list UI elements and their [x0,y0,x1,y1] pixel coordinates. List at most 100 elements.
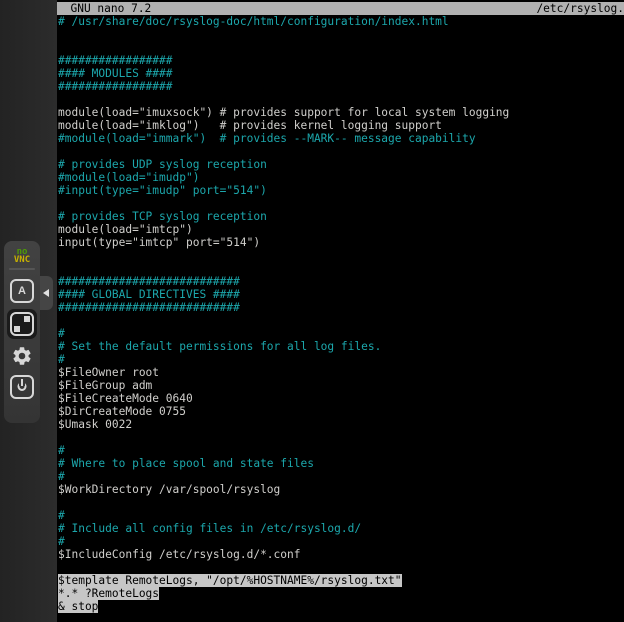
comment-text: ########################### [58,275,240,288]
editor-line[interactable]: $FileCreateMode 0640 [57,392,624,405]
code-text: module(load="imuxsock") # provides suppo… [58,106,509,119]
editor-line[interactable]: module(load="imklog") # provides kernel … [57,119,624,132]
novnc-logo: no VNC [14,248,30,264]
editor-line[interactable]: # [57,470,624,483]
gear-icon [11,345,33,367]
comment-text: # [58,353,65,366]
editor-line[interactable]: # Include all config files in /etc/rsysl… [57,522,624,535]
editor-line[interactable]: ################# [57,54,624,67]
code-text: $FileGroup adm [58,379,152,392]
comment-text: # [58,327,65,340]
comment-text: #input(type="imudp" port="514") [58,184,267,197]
editor-line[interactable]: $template RemoteLogs, "/opt/%HOSTNAME%/r… [57,574,624,587]
collapse-left-arrow-icon [43,289,49,297]
comment-text: #### GLOBAL DIRECTIVES #### [58,288,240,301]
comment-text: # Set the default permissions for all lo… [58,340,381,353]
editor-area[interactable]: # /usr/share/doc/rsyslog-doc/html/config… [57,15,624,622]
editor-line[interactable]: $IncludeConfig /etc/rsyslog.d/*.conf [57,548,624,561]
power-bar [19,379,25,386]
editor-line[interactable]: & stop [57,600,624,613]
editor-line[interactable]: #### GLOBAL DIRECTIVES #### [57,288,624,301]
fullscreen-button[interactable] [7,309,37,339]
editor-line[interactable]: ########################### [57,275,624,288]
vnc-sidebar-strip: no VNC A [0,0,57,622]
editor-line[interactable] [57,28,624,41]
comment-text: #module(load="imudp") [58,171,199,184]
editor-line[interactable]: #### MODULES #### [57,67,624,80]
editor-line[interactable]: #input(type="imudp" port="514") [57,184,624,197]
editor-line[interactable]: $DirCreateMode 0755 [57,405,624,418]
comment-text: #module(load="immark") # provides --MARK… [58,132,476,145]
code-text: $FileOwner root [58,366,159,379]
selected-text: $template RemoteLogs, "/opt/%HOSTNAME%/r… [58,574,402,587]
editor-line[interactable]: *.* ?RemoteLogs [57,587,624,600]
extra-keys-button[interactable]: A [10,279,34,303]
comment-text: # Include all config files in /etc/rsysl… [58,522,361,535]
editor-line[interactable]: # Set the default permissions for all lo… [57,340,624,353]
editor-line[interactable] [57,314,624,327]
code-text: input(type="imtcp" port="514") [58,236,260,249]
editor-line[interactable]: # Where to place spool and state files [57,457,624,470]
code-text: $FileCreateMode 0640 [58,392,193,405]
editor-line[interactable]: # [57,327,624,340]
comment-text: # provides TCP syslog reception [58,210,267,223]
editor-line[interactable]: # provides TCP syslog reception [57,210,624,223]
terminal-window[interactable]: GNU nano 7.2 /etc/rsyslog. # /usr/share/… [57,0,624,622]
editor-line[interactable]: #module(load="immark") # provides --MARK… [57,132,624,145]
editor-line[interactable]: # provides UDP syslog reception [57,158,624,171]
vnc-control-panel: no VNC A [4,241,40,423]
fullscreen-icon [10,312,34,336]
editor-line[interactable] [57,496,624,509]
comment-text: ########################### [58,301,240,314]
editor-line[interactable]: input(type="imtcp" port="514") [57,236,624,249]
nano-titlebar: GNU nano 7.2 /etc/rsyslog. [57,2,624,15]
editor-line[interactable]: module(load="imuxsock") # provides suppo… [57,106,624,119]
nano-file-path: /etc/rsyslog. [536,2,624,15]
power-button[interactable] [10,375,34,399]
panel-divider [9,268,35,270]
editor-line[interactable]: $WorkDirectory /var/spool/rsyslog [57,483,624,496]
comment-text: # Where to place spool and state files [58,457,314,470]
nano-app-title: GNU nano 7.2 [57,2,151,15]
code-text: $IncludeConfig /etc/rsyslog.d/*.conf [58,548,300,561]
settings-button[interactable] [11,345,33,367]
editor-line[interactable]: $FileOwner root [57,366,624,379]
comment-text: # [58,470,65,483]
editor-line[interactable]: $Umask 0022 [57,418,624,431]
comment-text: ################# [58,54,173,67]
code-text: module(load="imtcp") [58,223,193,236]
comment-text: # [58,509,65,522]
code-text: $DirCreateMode 0755 [58,405,186,418]
key-a-label: A [18,286,26,297]
selected-text: *.* ?RemoteLogs [58,587,159,600]
editor-line[interactable]: module(load="imtcp") [57,223,624,236]
editor-line[interactable] [57,145,624,158]
editor-line[interactable] [57,262,624,275]
screen: no VNC A [0,0,624,622]
editor-line[interactable]: $FileGroup adm [57,379,624,392]
editor-line[interactable] [57,431,624,444]
editor-line[interactable] [57,41,624,54]
comment-text: #### MODULES #### [58,67,173,80]
comment-text: ################# [58,80,173,93]
editor-line[interactable]: #module(load="imudp") [57,171,624,184]
editor-line[interactable]: # [57,353,624,366]
keyboard-key-a-icon: A [10,279,34,303]
editor-line[interactable]: # /usr/share/doc/rsyslog-doc/html/config… [57,15,624,28]
editor-line[interactable]: # [57,535,624,548]
code-text: module(load="imklog") # provides kernel … [58,119,442,132]
logo-text-vnc: VNC [14,256,30,264]
editor-line[interactable]: ################# [57,80,624,93]
editor-line[interactable]: # [57,444,624,457]
editor-line[interactable] [57,561,624,574]
editor-line[interactable] [57,93,624,106]
panel-collapse-handle[interactable] [40,276,53,310]
editor-line[interactable] [57,249,624,262]
fullscreen-corner-top-right [24,316,30,322]
editor-line[interactable] [57,197,624,210]
code-text: $WorkDirectory /var/spool/rsyslog [58,483,280,496]
editor-line[interactable]: ########################### [57,301,624,314]
power-icon [10,375,34,399]
comment-text: # [58,535,65,548]
editor-line[interactable]: # [57,509,624,522]
